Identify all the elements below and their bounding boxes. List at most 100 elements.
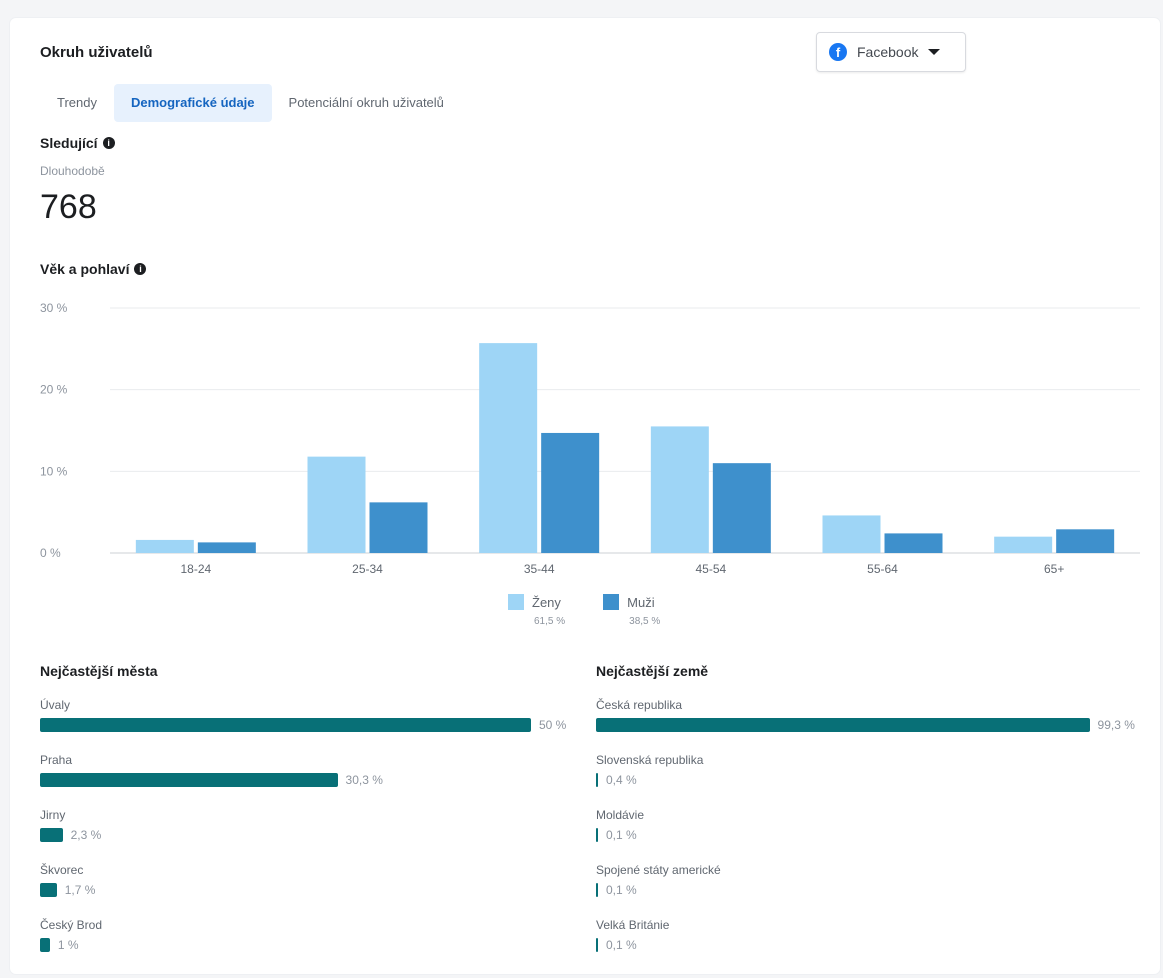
country-row: Moldávie 0,1 % bbox=[596, 806, 1135, 861]
tab-potential-audience[interactable]: Potenciální okruh uživatelů bbox=[272, 84, 461, 122]
bar-men-18-24[interactable] bbox=[197, 542, 256, 553]
top-cities-list: Úvaly 50 % Praha 30,3 % Jirny 2,3 % Škvorec 1,7… bbox=[40, 696, 566, 971]
age-gender-title: Věk a pohlaví bbox=[40, 261, 130, 277]
city-bar-line: 50 % bbox=[40, 718, 566, 732]
country-bar-line: 0,1 % bbox=[596, 883, 1135, 897]
y-tick-label: 30 % bbox=[40, 301, 68, 315]
country-bar bbox=[596, 883, 598, 897]
legend-total-women: 61,5 % bbox=[534, 616, 566, 627]
city-label: Praha bbox=[40, 753, 73, 767]
country-row: Česká republika 99,3 % bbox=[596, 696, 1135, 751]
city-bar bbox=[40, 883, 57, 897]
city-bar-line: 1,7 % bbox=[40, 883, 566, 897]
legend-swatch-women bbox=[508, 594, 524, 610]
country-bar bbox=[596, 773, 598, 787]
bar-women-25-34[interactable] bbox=[307, 456, 366, 553]
city-row: Jirny 2,3 % bbox=[40, 806, 566, 861]
info-icon[interactable]: i bbox=[102, 137, 115, 149]
x-tick-label: 55-64 bbox=[867, 562, 898, 576]
y-tick-label: 20 % bbox=[40, 383, 68, 397]
city-row: Český Brod 1 % bbox=[40, 916, 566, 971]
country-row: Velká Británie 0,1 % bbox=[596, 916, 1135, 971]
legend-label-men: Muži bbox=[627, 594, 655, 610]
city-bar bbox=[40, 828, 63, 842]
city-row: Škvorec 1,7 % bbox=[40, 861, 566, 916]
bar-women-18-24[interactable] bbox=[135, 539, 194, 553]
city-value: 30,3 % bbox=[345, 773, 383, 787]
city-label: Škvorec bbox=[40, 863, 84, 877]
tab-demographics[interactable]: Demografické údaje bbox=[113, 84, 272, 122]
city-value: 50 % bbox=[539, 718, 567, 732]
tab-trends[interactable]: Trendy bbox=[40, 84, 114, 122]
age-gender-chart: 0 % 10 % 20 % 30 % 18-24 25-34 35-44 45-54 55-64… bbox=[40, 301, 1140, 576]
bar-women-35-44[interactable] bbox=[479, 343, 538, 553]
bar-men-55-64[interactable] bbox=[884, 533, 943, 553]
top-countries-list: Česká republika 99,3 % Slovenská republika… bbox=[596, 696, 1135, 971]
followers-count: 768 bbox=[40, 188, 97, 226]
city-bar-line: 30,3 % bbox=[40, 773, 566, 787]
country-bar bbox=[596, 938, 598, 952]
facebook-icon: f bbox=[829, 43, 847, 61]
city-value: 2,3 % bbox=[70, 828, 102, 842]
x-tick-label: 35-44 bbox=[524, 562, 555, 576]
bar-men-45-54[interactable] bbox=[712, 463, 771, 553]
country-value: 0,4 % bbox=[606, 773, 637, 787]
chart-legend: Ženy 61,5 % Muži 38,5 % bbox=[508, 594, 698, 627]
country-value: 99,3 % bbox=[1097, 718, 1135, 732]
legend-item-men[interactable]: Muži 38,5 % bbox=[603, 594, 660, 627]
age-gender-heading: Věk a pohlaví i bbox=[40, 261, 147, 277]
audience-card: Okruh uživatelů f Facebook Trendy Demogr… bbox=[10, 18, 1160, 974]
bar-men-25-34[interactable] bbox=[369, 502, 428, 553]
country-label: Moldávie bbox=[596, 808, 645, 822]
city-label: Jirny bbox=[40, 808, 66, 822]
legend-label-women: Ženy bbox=[532, 594, 561, 610]
top-countries-title: Nejčastější země bbox=[596, 663, 709, 679]
city-bar-line: 1 % bbox=[40, 938, 566, 952]
country-bar bbox=[596, 718, 1090, 732]
followers-title: Sledující bbox=[40, 135, 98, 151]
platform-label: Facebook bbox=[857, 44, 919, 60]
y-tick-label: 10 % bbox=[40, 464, 68, 478]
city-bar bbox=[40, 773, 338, 787]
platform-selector[interactable]: f Facebook bbox=[816, 32, 966, 72]
x-tick-label: 18-24 bbox=[180, 562, 211, 576]
country-bar-line: 0,1 % bbox=[596, 938, 1135, 952]
city-bar bbox=[40, 938, 50, 952]
city-value: 1 % bbox=[57, 938, 79, 952]
city-bar-line: 2,3 % bbox=[40, 828, 566, 842]
followers-heading: Sledující i bbox=[40, 135, 115, 151]
bar-women-55-64[interactable] bbox=[822, 515, 881, 553]
legend-total-men: 38,5 % bbox=[629, 616, 661, 627]
bar-women-45-54[interactable] bbox=[650, 426, 709, 553]
x-tick-label: 25-34 bbox=[352, 562, 383, 576]
followers-period: Dlouhodobě bbox=[40, 164, 105, 178]
country-row: Slovenská republika 0,4 % bbox=[596, 751, 1135, 806]
city-row: Praha 30,3 % bbox=[40, 751, 566, 806]
country-row: Spojené státy americké 0,1 % bbox=[596, 861, 1135, 916]
legend-item-women[interactable]: Ženy 61,5 % bbox=[508, 594, 565, 627]
country-bar-line: 0,4 % bbox=[596, 773, 1135, 787]
city-label: Český Brod bbox=[40, 918, 103, 932]
x-tick-label: 65+ bbox=[1044, 562, 1064, 576]
city-value: 1,7 % bbox=[64, 883, 96, 897]
country-bar bbox=[596, 828, 598, 842]
bar-men-35-44[interactable] bbox=[541, 432, 600, 553]
x-tick-label: 45-54 bbox=[695, 562, 726, 576]
country-label: Velká Británie bbox=[596, 918, 670, 932]
country-bar-line: 0,1 % bbox=[596, 828, 1135, 842]
city-row: Úvaly 50 % bbox=[40, 696, 566, 751]
country-value: 0,1 % bbox=[606, 883, 637, 897]
country-label: Slovenská republika bbox=[596, 753, 704, 767]
country-label: Česká republika bbox=[596, 698, 683, 712]
bar-men-65+[interactable] bbox=[1056, 529, 1115, 553]
country-label: Spojené státy americké bbox=[596, 863, 721, 877]
top-cities-title: Nejčastější města bbox=[40, 663, 158, 679]
country-bar-line: 99,3 % bbox=[596, 718, 1135, 732]
y-tick-label: 0 % bbox=[40, 546, 61, 560]
legend-swatch-men bbox=[603, 594, 620, 610]
tab-bar: Trendy Demografické údaje Potenciální ok… bbox=[40, 84, 461, 122]
city-label: Úvaly bbox=[40, 698, 71, 712]
country-value: 0,1 % bbox=[606, 828, 637, 842]
info-icon[interactable]: i bbox=[134, 263, 147, 275]
bar-women-65+[interactable] bbox=[994, 536, 1053, 553]
